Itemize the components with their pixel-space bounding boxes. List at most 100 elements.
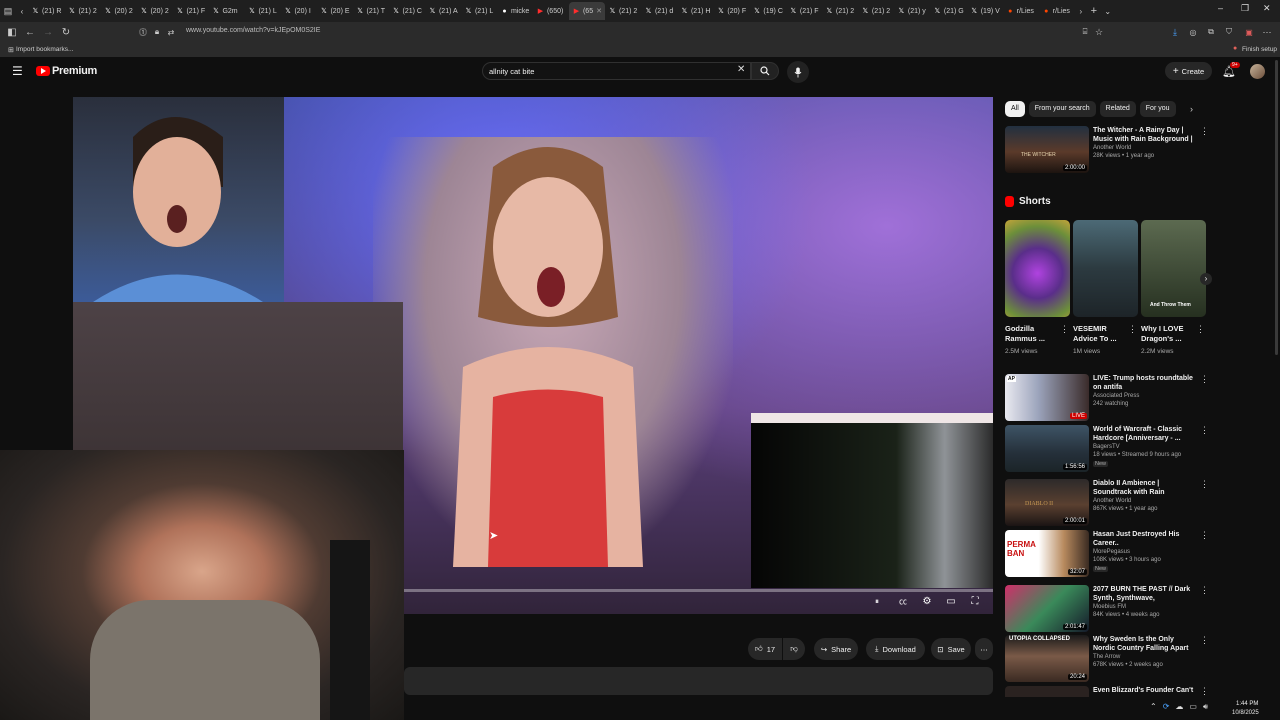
sidebar-video-item[interactable]: DIABLO II 2:00:01 Diablo II Ambience | S… [1005, 479, 1215, 527]
browser-tab[interactable]: ● r/Lies [1003, 2, 1039, 20]
video-thumbnail[interactable]: PERMA BAN 32:07 [1005, 530, 1089, 577]
video-thumbnail[interactable]: 1:56:56 [1005, 425, 1089, 472]
short-title[interactable]: Why I LOVE Dragon's ... [1141, 324, 1193, 344]
chips-next-icon[interactable]: › [1190, 104, 1193, 114]
tray-chevron-icon[interactable]: ⌃ [1150, 702, 1157, 712]
clock-date[interactable]: 10/8/2025 [1232, 710, 1259, 716]
video-menu-icon[interactable]: ⋮ [1200, 635, 1209, 646]
video-thumbnail[interactable]: 2:01:47 [1005, 585, 1089, 632]
chip-from-your-search[interactable]: From your search [1028, 101, 1096, 117]
tab-actions-icon[interactable]: ▤ [0, 2, 16, 20]
browser-tab[interactable]: 𝕏 (20) 2 [136, 2, 172, 20]
short-title[interactable]: Godzilla Rammus ... [1005, 324, 1057, 344]
finish-setup-link[interactable]: Finish setup [1242, 46, 1277, 53]
browser-tab[interactable]: 𝕏 (21) d [641, 2, 677, 20]
video-title[interactable]: Diablo II Ambience | Soundtrack with Rai… [1093, 479, 1198, 497]
downloads-icon[interactable]: ⤓ [1166, 23, 1184, 41]
browser-tab[interactable]: 𝕏 (20) F [713, 2, 749, 20]
browser-tab[interactable]: 𝕏 (21) A [425, 2, 461, 20]
short-thumbnail[interactable]: And Throw Them [1141, 220, 1206, 317]
share-button[interactable]: ↪ Share [814, 638, 858, 660]
new-tab-button[interactable]: + [1087, 2, 1101, 20]
sidebar-video-item[interactable]: PERMA BAN 32:07 Hasan Just Destroyed His… [1005, 530, 1215, 578]
browser-tab[interactable]: 𝕏 (21) 2 [64, 2, 100, 20]
description-box[interactable] [404, 667, 993, 695]
maximize-icon[interactable]: ❐ [1241, 3, 1249, 14]
browser-tab[interactable]: ● micke [497, 2, 533, 20]
video-menu-icon[interactable]: ⋮ [1200, 425, 1209, 436]
browser-tab[interactable]: 𝕏 G2m [208, 2, 244, 20]
bookmark-star-icon[interactable]: ☆ [1090, 23, 1108, 41]
channel-name[interactable]: The Arrow [1093, 654, 1120, 660]
create-button[interactable]: + Create [1165, 62, 1212, 80]
browser-tab[interactable]: 𝕏 (21) T [353, 2, 389, 20]
browser-tab[interactable]: 𝕏 (21) 2 [605, 2, 641, 20]
youtube-logo-icon[interactable] [36, 66, 50, 76]
extension-icon[interactable]: ◎ [1184, 23, 1202, 41]
browser-tab[interactable]: 𝕏 (20) 2 [100, 2, 136, 20]
browser-tab[interactable]: 𝕏 (21) C [389, 2, 425, 20]
shield-icon[interactable]: ⛉ [1220, 23, 1238, 41]
tray-app-icon[interactable]: ⟳ [1163, 702, 1170, 712]
browser-menu-icon[interactable]: ⋯ [1258, 23, 1276, 41]
browser-tab[interactable]: 𝕏 (21) L [461, 2, 497, 20]
onedrive-icon[interactable]: ☁ [1175, 702, 1183, 712]
tab-scroll-left-icon[interactable]: ‹ [16, 2, 28, 20]
video-title[interactable]: Even Blizzard's Founder Can't [1093, 686, 1198, 695]
video-thumbnail[interactable]: UTOPIA COLLAPSED 20:24 [1005, 635, 1089, 682]
channel-name[interactable]: Another World [1093, 498, 1131, 504]
chip-related[interactable]: Related [1099, 101, 1136, 117]
subtitles-icon[interactable]: ㏄ [896, 596, 910, 608]
video-title[interactable]: World of Warcraft - Classic Hardcore [An… [1093, 425, 1198, 443]
browser-tab[interactable]: 𝕏 (21) L [244, 2, 280, 20]
short-thumbnail[interactable] [1073, 220, 1138, 317]
short-title[interactable]: VESEMIR Advice To ... [1073, 324, 1125, 344]
clear-search-icon[interactable]: ✕ [737, 64, 745, 75]
browser-tab[interactable]: 𝕏 (21) F [786, 2, 822, 20]
browser-tab[interactable]: 𝕏 (21) R [28, 2, 64, 20]
browser-tab[interactable]: 𝕏 (21) G [930, 2, 967, 20]
clock-time[interactable]: 1:44 PM [1236, 701, 1258, 707]
short-item[interactable]: Godzilla Rammus ... 2.5M views ⋮ [1005, 220, 1070, 360]
channel-name[interactable]: MorePegasus [1093, 549, 1130, 555]
video-menu-icon[interactable]: ⋮ [1200, 479, 1209, 490]
save-button[interactable]: ⊡ Save [931, 638, 971, 660]
tab-search-icon[interactable]: ⌄ [1101, 2, 1115, 20]
chip-all[interactable]: All [1005, 101, 1025, 117]
sidebar-video-top[interactable]: THE WITCHER 2:00:00 The Witcher - A Rain… [1005, 126, 1215, 174]
sidebar-video-item[interactable]: Even Blizzard's Founder Can't ⋮ [1005, 686, 1215, 697]
profile-icon[interactable]: ▣ [1240, 23, 1258, 41]
fullscreen-icon[interactable]: ⛶ [968, 596, 982, 608]
sidebar-video-item[interactable]: AP LIVE LIVE: Trump hosts roundtable on … [1005, 374, 1215, 422]
video-menu-icon[interactable]: ⋮ [1200, 530, 1209, 541]
minimize-icon[interactable]: – [1218, 3, 1223, 13]
video-menu-icon[interactable]: ⋮ [1200, 686, 1209, 697]
url-field[interactable]: www.youtube.com/watch?v=kJEpOM0S2IE [186, 27, 320, 34]
browser-tab[interactable]: 𝕏 (21) H [677, 2, 713, 20]
short-menu-icon[interactable]: ⋮ [1196, 324, 1205, 335]
browser-tab[interactable]: ▶ (65 ✕ [568, 2, 605, 20]
extensions-puzzle-icon[interactable]: ⧉ [1202, 23, 1220, 41]
video-thumbnail[interactable] [1005, 686, 1089, 697]
shorts-next-icon[interactable]: › [1200, 273, 1212, 285]
browser-tab[interactable]: 𝕏 (19) C [749, 2, 785, 20]
account-avatar[interactable] [1250, 64, 1265, 79]
channel-name[interactable]: Associated Press [1093, 393, 1139, 399]
search-button[interactable] [751, 62, 779, 80]
speaker-icon[interactable]: 🔊︎ [1203, 702, 1208, 712]
download-button[interactable]: ⤓ Download [866, 638, 925, 660]
voice-search-button[interactable] [787, 61, 809, 83]
video-thumbnail[interactable]: DIABLO II 2:00:01 [1005, 479, 1089, 526]
browser-tab[interactable]: 𝕏 (21) y [894, 2, 930, 20]
browser-tab[interactable]: 𝕏 (20) E [316, 2, 352, 20]
close-tab-icon[interactable]: ✕ [596, 7, 602, 15]
like-button[interactable]: 👍︎ 17 [748, 638, 782, 660]
short-thumbnail[interactable] [1005, 220, 1070, 317]
more-actions-button[interactable]: ⋯ [975, 638, 993, 660]
channel-name[interactable]: Another World [1093, 145, 1131, 151]
reload-icon[interactable]: ↻ [57, 24, 75, 42]
short-menu-icon[interactable]: ⋮ [1128, 324, 1137, 335]
sidebar-toggle-icon[interactable]: ◧ [3, 24, 21, 42]
browser-tab[interactable]: 𝕏 (21) 2 [822, 2, 858, 20]
short-item[interactable]: VESEMIR Advice To ... 1M views ⋮ [1073, 220, 1138, 360]
